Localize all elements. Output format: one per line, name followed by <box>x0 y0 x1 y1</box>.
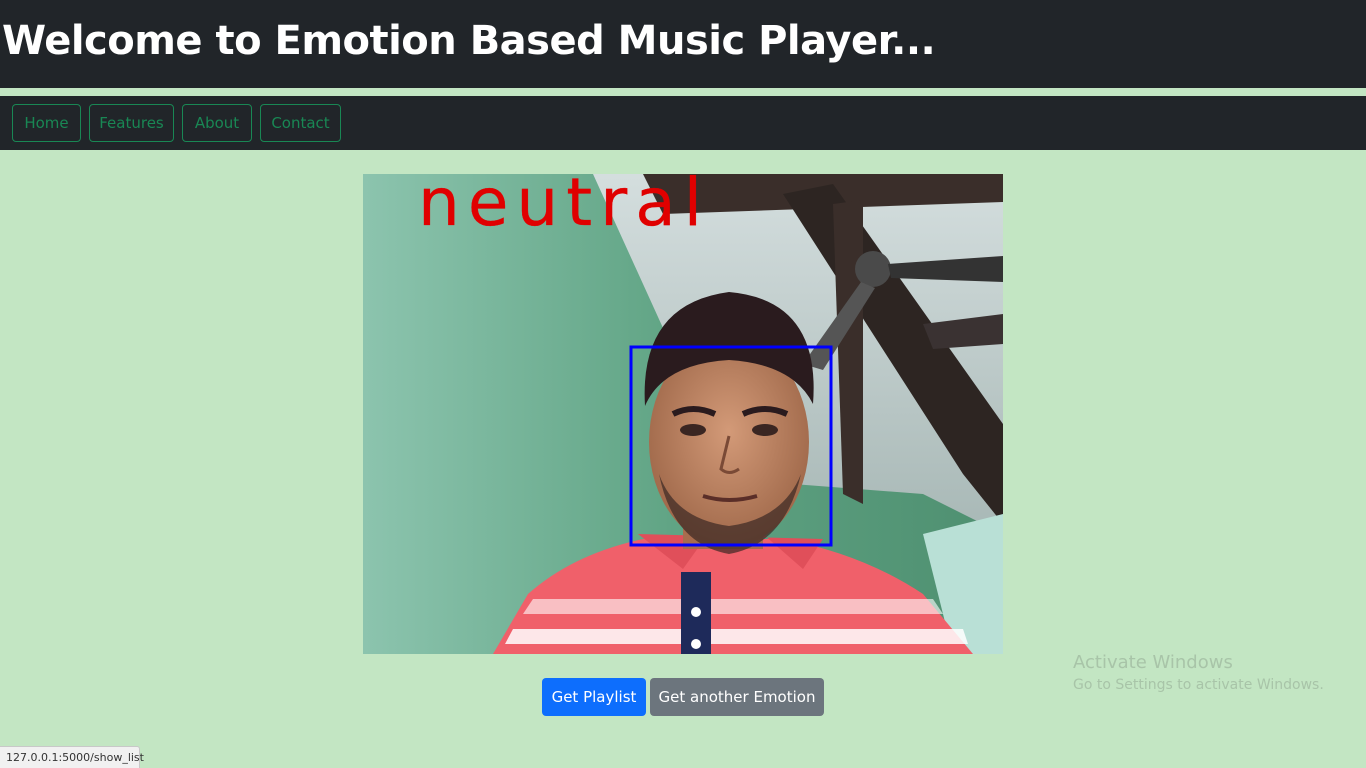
status-url: 127.0.0.1:5000/show_list <box>0 746 144 768</box>
watermark-title: Activate Windows <box>1073 652 1233 673</box>
watermark-subtitle: Go to Settings to activate Windows. <box>1073 676 1324 693</box>
webcam-image: neutral <box>363 174 1003 654</box>
nav-home-button[interactable]: Home <box>12 104 81 142</box>
emotion-label: neutral <box>418 174 710 241</box>
nav-about-button[interactable]: About <box>182 104 252 142</box>
navbar: Home Features About Contact <box>0 96 1366 150</box>
activate-windows-watermark: Activate Windows Go to Settings to activ… <box>1073 652 1324 693</box>
get-playlist-button[interactable]: Get Playlist <box>542 678 646 716</box>
site-header: Welcome to Emotion Based Music Player... <box>0 0 1366 88</box>
get-another-emotion-button[interactable]: Get another Emotion <box>650 678 824 716</box>
webcam-frame: neutral <box>363 174 1003 654</box>
nav-features-button[interactable]: Features <box>89 104 174 142</box>
page-title: Welcome to Emotion Based Music Player... <box>2 18 936 64</box>
nav-contact-button[interactable]: Contact <box>260 104 341 142</box>
